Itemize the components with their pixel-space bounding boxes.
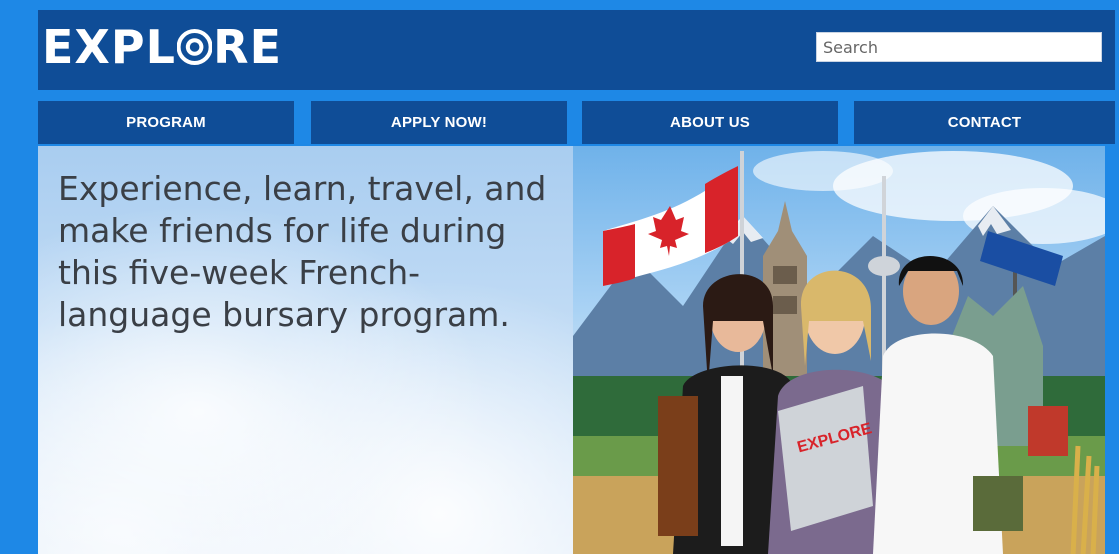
main-nav: PROGRAM APPLY NOW! ABOUT US CONTACT bbox=[38, 101, 1115, 144]
students-canada-collage: EXPLORE bbox=[573, 151, 1105, 554]
nav-tab-about-us[interactable]: ABOUT US bbox=[582, 101, 838, 144]
hero-image: EXPLORE bbox=[573, 146, 1105, 554]
hero-text-panel: Experience, learn, travel, and make frie… bbox=[38, 146, 573, 554]
logo-text-left: EXPL bbox=[42, 20, 176, 74]
nav-tab-label: CONTACT bbox=[947, 114, 1022, 131]
logo-text-right: RE bbox=[213, 20, 282, 74]
search-input[interactable] bbox=[816, 32, 1102, 62]
nav-tab-label: PROGRAM bbox=[126, 114, 206, 131]
nav-tab-label: APPLY NOW! bbox=[390, 114, 488, 131]
header-bar: EXPL RE bbox=[38, 10, 1115, 90]
nav-tab-apply-now[interactable]: APPLY NOW! bbox=[311, 101, 567, 144]
explore-logo[interactable]: EXPL RE bbox=[42, 16, 282, 78]
nav-tab-contact[interactable]: CONTACT bbox=[854, 101, 1115, 144]
nav-tab-label: ABOUT US bbox=[670, 114, 750, 131]
hero-tagline: Experience, learn, travel, and make frie… bbox=[58, 169, 547, 334]
logo-badge-icon bbox=[176, 28, 213, 66]
nav-tab-program[interactable]: PROGRAM bbox=[38, 101, 294, 144]
